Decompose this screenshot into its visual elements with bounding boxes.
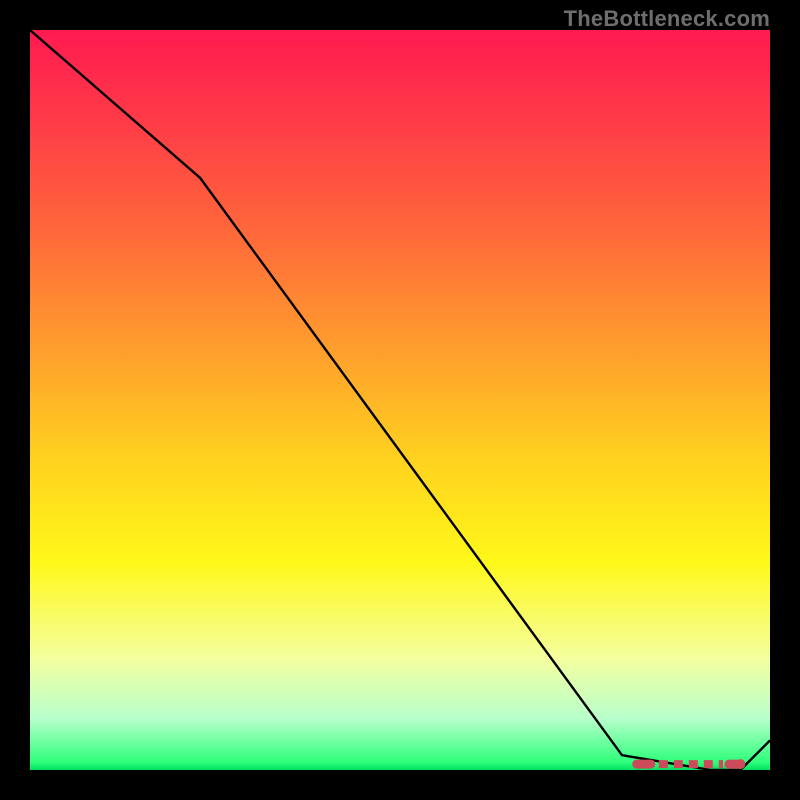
watermark-text: TheBottleneck.com bbox=[564, 6, 770, 32]
marker-dot bbox=[735, 759, 745, 769]
chart-plot-area bbox=[30, 30, 770, 770]
bottleneck-line bbox=[30, 30, 770, 770]
chart-svg bbox=[30, 30, 770, 770]
chart-frame: TheBottleneck.com bbox=[0, 0, 800, 800]
